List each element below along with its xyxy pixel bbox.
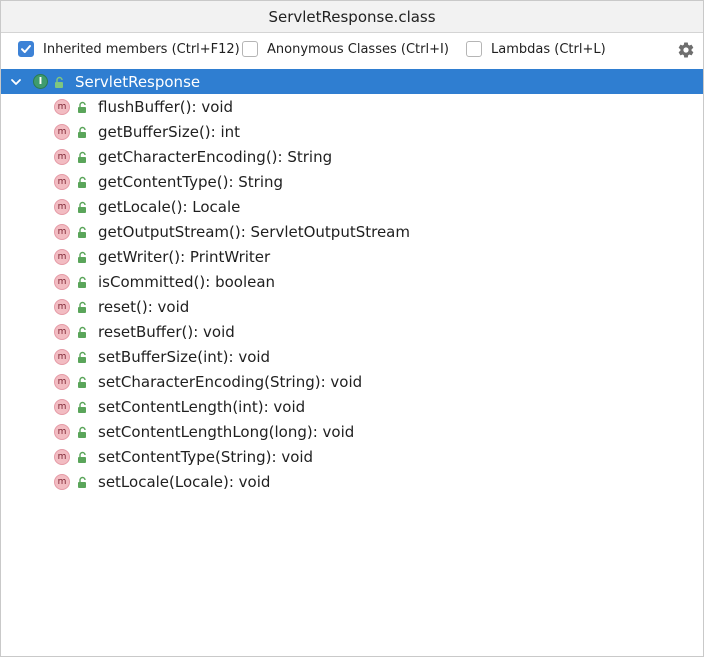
tree-member-row[interactable]: m getContentType(): String <box>1 169 703 194</box>
member-signature: getContentType(): String <box>98 172 284 191</box>
lock-open-icon <box>78 476 86 488</box>
member-signature: getWriter(): PrintWriter <box>98 247 271 266</box>
tree-member-row[interactable]: m resetBuffer(): void <box>1 319 703 344</box>
tree-member-row[interactable]: m getOutputStream(): ServletOutputStream <box>1 219 703 244</box>
title-bar: ServletResponse.class <box>1 1 703 33</box>
tree-member-row[interactable]: m setCharacterEncoding(String): void <box>1 369 703 394</box>
lock-open-icon <box>78 426 86 438</box>
method-icon: m <box>54 223 70 240</box>
method-icon: m <box>54 273 70 290</box>
method-icon: m <box>54 173 70 190</box>
lock-open-icon <box>78 226 86 238</box>
tree-member-row[interactable]: m setContentType(String): void <box>1 444 703 469</box>
tree-member-row[interactable]: m getWriter(): PrintWriter <box>1 244 703 269</box>
window-title: ServletResponse.class <box>268 7 436 26</box>
method-icon: m <box>54 148 70 165</box>
filter-toolbar: Inherited members (Ctrl+F12) Anonymous C… <box>1 33 703 69</box>
tree-member-row[interactable]: m flushBuffer(): void <box>1 94 703 119</box>
member-list: m flushBuffer(): void m getBufferSize():… <box>1 94 703 494</box>
method-icon: m <box>54 423 70 440</box>
lock-open-icon <box>78 401 86 413</box>
checkbox-unchecked-icon[interactable] <box>466 41 482 57</box>
lock-open-icon <box>78 276 86 288</box>
method-icon: m <box>54 123 70 140</box>
lambdas-label: Lambdas (Ctrl+L) <box>491 41 606 57</box>
lock-open-icon <box>78 326 86 338</box>
checkbox-checked-icon[interactable] <box>18 41 34 57</box>
member-signature: resetBuffer(): void <box>98 322 235 341</box>
lock-open-icon <box>78 251 86 263</box>
lambdas-checkbox[interactable]: Lambdas (Ctrl+L) <box>466 41 606 57</box>
method-icon: m <box>54 448 70 465</box>
member-signature: setLocale(Locale): void <box>98 472 271 491</box>
lock-open-icon <box>78 351 86 363</box>
member-signature: setCharacterEncoding(String): void <box>98 372 363 391</box>
lock-open-icon <box>78 201 86 213</box>
tree-member-row[interactable]: m getCharacterEncoding(): String <box>1 144 703 169</box>
method-icon: m <box>54 373 70 390</box>
tree-member-row[interactable]: m setLocale(Locale): void <box>1 469 703 494</box>
tree-member-row[interactable]: m getLocale(): Locale <box>1 194 703 219</box>
lock-open-icon <box>55 76 63 88</box>
anonymous-classes-checkbox[interactable]: Anonymous Classes (Ctrl+I) <box>242 41 449 57</box>
method-icon: m <box>54 198 70 215</box>
lock-open-icon <box>78 451 86 463</box>
structure-tree: I ServletResponse m flushBuffer(): void … <box>1 69 703 494</box>
member-signature: reset(): void <box>98 297 190 316</box>
tree-member-row[interactable]: m isCommitted(): boolean <box>1 269 703 294</box>
lock-open-icon <box>78 101 86 113</box>
lock-open-icon <box>78 376 86 388</box>
method-icon: m <box>54 398 70 415</box>
member-signature: setContentLengthLong(long): void <box>98 422 355 441</box>
tree-member-row[interactable]: m setContentLengthLong(long): void <box>1 419 703 444</box>
gear-icon[interactable] <box>677 41 695 59</box>
checkbox-unchecked-icon[interactable] <box>242 41 258 57</box>
tree-member-row[interactable]: m setContentLength(int): void <box>1 394 703 419</box>
tree-root-servlet-response[interactable]: I ServletResponse <box>1 69 703 94</box>
member-signature: getLocale(): Locale <box>98 197 241 216</box>
method-icon: m <box>54 473 70 490</box>
lock-open-icon <box>78 126 86 138</box>
anonymous-classes-label: Anonymous Classes (Ctrl+I) <box>267 41 449 57</box>
member-signature: setContentLength(int): void <box>98 397 306 416</box>
inherited-members-checkbox[interactable]: Inherited members (Ctrl+F12) <box>18 41 240 57</box>
member-signature: getBufferSize(): int <box>98 122 241 141</box>
member-signature: getCharacterEncoding(): String <box>98 147 333 166</box>
lock-open-icon <box>78 301 86 313</box>
tree-member-row[interactable]: m getBufferSize(): int <box>1 119 703 144</box>
member-signature: getOutputStream(): ServletOutputStream <box>98 222 410 241</box>
method-icon: m <box>54 248 70 265</box>
lock-open-icon <box>78 151 86 163</box>
method-icon: m <box>54 348 70 365</box>
tree-member-row[interactable]: m setBufferSize(int): void <box>1 344 703 369</box>
method-icon: m <box>54 298 70 315</box>
member-signature: setBufferSize(int): void <box>98 347 271 366</box>
interface-icon: I <box>33 74 48 89</box>
method-icon: m <box>54 98 70 115</box>
tree-member-row[interactable]: m reset(): void <box>1 294 703 319</box>
lock-open-icon <box>78 176 86 188</box>
root-label: ServletResponse <box>75 72 201 91</box>
member-signature: isCommitted(): boolean <box>98 272 276 291</box>
member-signature: setContentType(String): void <box>98 447 314 466</box>
method-icon: m <box>54 323 70 340</box>
chevron-down-icon[interactable] <box>10 76 22 88</box>
structure-popup: ServletResponse.class Inherited members … <box>0 0 704 657</box>
inherited-members-label: Inherited members (Ctrl+F12) <box>43 41 240 57</box>
member-signature: flushBuffer(): void <box>98 97 234 116</box>
